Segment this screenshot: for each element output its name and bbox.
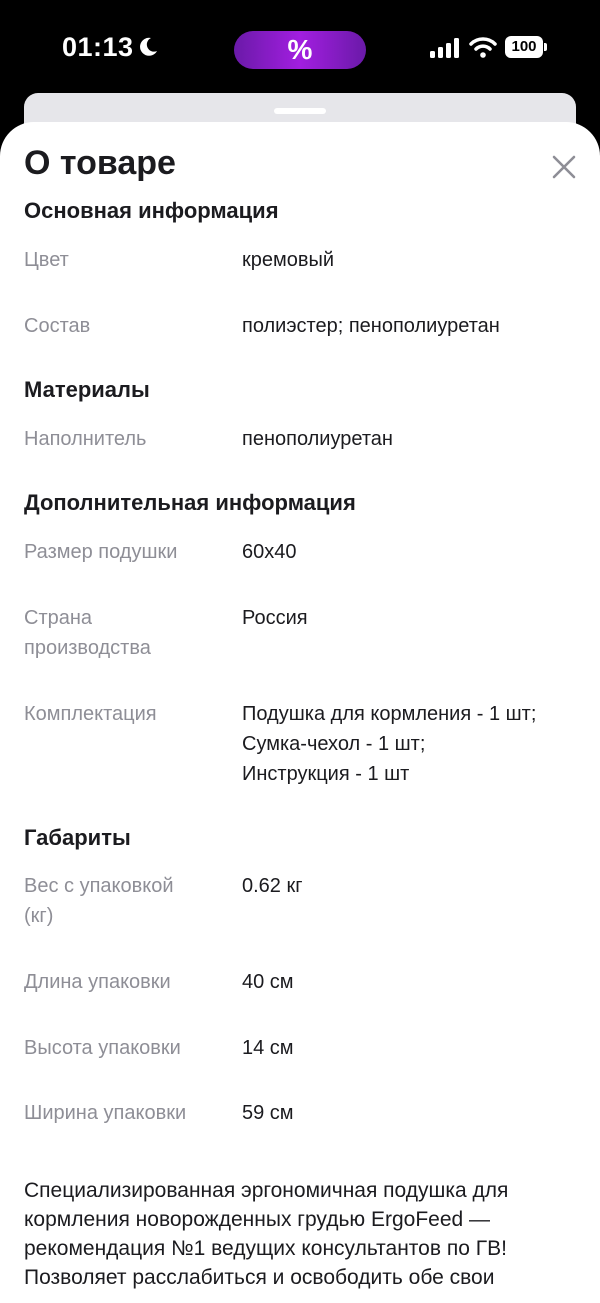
battery-level: 100: [511, 38, 537, 55]
country-label-line-2: производства: [24, 637, 151, 659]
width-label: Ширина упаковки: [24, 1102, 187, 1124]
section-title-dimensions: Габариты: [24, 825, 131, 850]
filler-value: пенополиуретан: [242, 428, 393, 450]
composition-label: Состав: [24, 315, 91, 337]
height-value: 14 см: [242, 1037, 294, 1059]
color-label: Цвет: [24, 249, 69, 271]
kit-label: Комплектация: [24, 703, 157, 725]
dynamic-island[interactable]: %: [234, 31, 366, 69]
kit-value-line-2: Сумка-чехол - 1 шт;: [242, 733, 426, 755]
product-description: Специализированная эргономичная подушка …: [24, 1176, 580, 1292]
height-label: Высота упаковки: [24, 1037, 181, 1059]
description-line-4: Позволяет расслабиться и освободить обе …: [24, 1266, 495, 1289]
sheet-title: О товаре: [24, 144, 176, 182]
length-label: Длина упаковки: [24, 971, 171, 993]
section-title-materials: Материалы: [24, 377, 150, 402]
country-label-line-1: Страна: [24, 607, 93, 629]
length-value: 40 см: [242, 971, 294, 993]
battery-tip: [544, 43, 547, 51]
battery-indicator: 100: [505, 36, 547, 58]
weight-value: 0.62 кг: [242, 875, 303, 897]
moon-icon: [140, 37, 157, 56]
kit-value-line-3: Инструкция - 1 шт: [242, 763, 410, 785]
description-line-1: Специализированная эргономичная подушка …: [24, 1179, 509, 1202]
status-bar: 01:13 % 100: [0, 0, 600, 96]
close-button[interactable]: [547, 150, 581, 184]
weight-label-line-2: (кг): [24, 905, 54, 927]
composition-value: полиэстер; пенополиуретан: [242, 315, 500, 337]
country-label: Страна производства: [24, 603, 224, 663]
color-value: кремовый: [242, 249, 335, 271]
discount-badge: %: [287, 34, 313, 65]
filler-label: Наполнитель: [24, 428, 147, 450]
section-title-basic: Основная информация: [24, 198, 279, 223]
kit-value-line-1: Подушка для кормления - 1 шт;: [242, 703, 537, 725]
wifi-icon: [469, 37, 497, 58]
description-line-3: рекомендация №1 ведущих консультантов по…: [24, 1237, 507, 1260]
sheet-grabber[interactable]: [274, 108, 326, 114]
close-icon: [552, 155, 576, 179]
width-value: 59 см: [242, 1102, 294, 1124]
pillow-size-label: Размер подушки: [24, 541, 178, 563]
section-title-additional: Дополнительная информация: [24, 490, 356, 515]
signal-icon: [430, 38, 459, 58]
description-line-2: кормления новорожденных грудью ErgoFeed …: [24, 1208, 491, 1231]
country-value: Россия: [242, 607, 308, 629]
pillow-size-value: 60х40: [242, 541, 297, 563]
kit-value: Подушка для кормления - 1 шт; Сумка-чехо…: [242, 699, 582, 789]
weight-label: Вес с упаковкой (кг): [24, 871, 224, 931]
product-info-sheet: О товаре Основная информация Цвет кремов…: [0, 122, 600, 1303]
weight-label-line-1: Вес с упаковкой: [24, 875, 174, 897]
status-time: 01:13: [62, 32, 134, 62]
